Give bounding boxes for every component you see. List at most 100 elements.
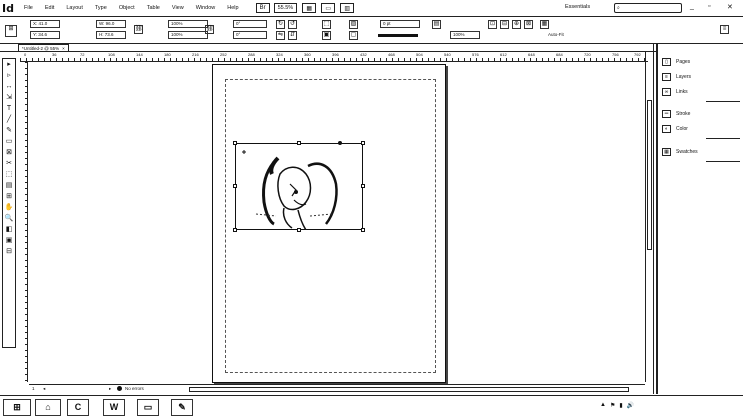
panel-swatches[interactable]: ▦ Swatches xyxy=(662,148,698,156)
menu-table[interactable]: Table xyxy=(147,5,160,11)
center-content-icon[interactable]: ⊕ xyxy=(512,20,521,29)
fit-content-frame-icon[interactable]: ⊡ xyxy=(488,20,497,29)
select-content-icon[interactable]: ▣ xyxy=(322,31,331,40)
line-tool-icon[interactable]: ╱ xyxy=(3,115,15,125)
pen-tool-icon[interactable]: ✎ xyxy=(3,126,15,136)
next-page-icon[interactable]: ▸ xyxy=(109,386,111,392)
search-input[interactable]: ⌕ xyxy=(614,3,682,13)
drop-shadow-icon[interactable]: ▤ xyxy=(432,20,441,29)
horizontal-ruler[interactable]: 0 36 72 108 144 180 216 252 288 324 360 … xyxy=(20,52,648,62)
taskbar-paint-icon[interactable]: ✎ xyxy=(171,399,193,416)
zoom-tool-icon[interactable]: 🔍 xyxy=(3,214,15,224)
page-tool-icon[interactable]: ↔ xyxy=(3,82,15,92)
fill-frame-icon[interactable]: ⊠ xyxy=(524,20,533,29)
opacity-field[interactable]: 100% xyxy=(450,31,480,39)
pasteboard[interactable] xyxy=(29,62,645,384)
text-wrap-icon[interactable]: ▦ xyxy=(540,20,549,29)
page-number-field[interactable]: 1 xyxy=(32,386,35,391)
frame-handle-bottom[interactable] xyxy=(297,228,301,232)
stroke-weight-field[interactable]: 0 pt xyxy=(380,20,420,28)
panel-stroke[interactable]: ═ Stroke xyxy=(662,110,690,118)
flip-horizontal-icon[interactable]: ⇋ xyxy=(276,31,285,40)
reference-point-icon[interactable]: ⊞ xyxy=(5,25,17,37)
action-center-icon[interactable]: ⚑ xyxy=(610,402,615,409)
gap-tool-icon[interactable]: ⇲ xyxy=(3,93,15,103)
workspace-switcher[interactable]: Essentials xyxy=(565,4,590,10)
panel-menu-icon[interactable]: ≡ xyxy=(720,25,729,34)
constrain-proportions-icon[interactable]: ⛓ xyxy=(134,25,143,34)
prev-page-icon[interactable]: ◂ xyxy=(43,386,45,392)
free-transform-tool-icon[interactable]: ⬚ xyxy=(3,170,15,180)
panel-pages[interactable]: ▯ Pages xyxy=(662,58,690,66)
frame-handle-right[interactable] xyxy=(361,184,365,188)
stroke-type-selector[interactable] xyxy=(378,34,418,37)
vertical-scrollbar[interactable] xyxy=(645,52,653,382)
selection-tool-icon[interactable]: ▸ xyxy=(3,60,15,70)
menu-type[interactable]: Type xyxy=(95,5,107,11)
rotation-angle-field[interactable]: 0° xyxy=(233,20,267,28)
auto-fit-checkbox[interactable]: Auto-Fit xyxy=(548,32,564,37)
hand-tool-icon[interactable]: ✋ xyxy=(3,203,15,213)
rectangle-frame-tool-icon[interactable]: ⊠ xyxy=(3,148,15,158)
menu-help[interactable]: Help xyxy=(227,5,238,11)
fill-stroke-icon[interactable]: ◧ xyxy=(3,225,15,235)
frame-corner-options-icon[interactable] xyxy=(338,141,342,145)
menu-edit[interactable]: Edit xyxy=(45,5,54,11)
vertical-ruler[interactable] xyxy=(20,62,28,382)
scissors-tool-icon[interactable]: ✂ xyxy=(3,159,15,169)
frame-handle-br[interactable] xyxy=(361,228,365,232)
restore-button[interactable]: ▫ xyxy=(708,3,710,10)
shear-angle-field[interactable]: 0° xyxy=(233,31,267,39)
horizontal-scrollbar[interactable] xyxy=(189,387,629,392)
fit-frame-content-icon[interactable]: ⊟ xyxy=(500,20,509,29)
minimize-button[interactable]: _ xyxy=(690,3,694,10)
image-frame[interactable] xyxy=(235,143,363,230)
rotate-ccw-icon[interactable]: ↺ xyxy=(288,20,297,29)
view-options-icon[interactable]: ▦ xyxy=(302,3,317,13)
y-position-field[interactable]: Y: 34.6 xyxy=(30,31,60,39)
bridge-button[interactable]: Br xyxy=(255,3,270,13)
gradient-tool-icon[interactable]: ▤ xyxy=(3,181,15,191)
menu-layout[interactable]: Layout xyxy=(66,5,83,11)
frame-handle-tl[interactable] xyxy=(233,141,237,145)
document-tab[interactable]: *Untitled-2 @ 55% × xyxy=(18,44,69,52)
rectangle-tool-icon[interactable]: ▭ xyxy=(3,137,15,147)
x-position-field[interactable]: X: 41.0 xyxy=(30,20,60,28)
taskbar-browser-icon[interactable]: C xyxy=(67,399,89,416)
zoom-level-field[interactable]: 55.5% xyxy=(273,3,298,13)
taskbar-messenger-icon[interactable]: ▭ xyxy=(137,399,159,416)
frame-handle-left[interactable] xyxy=(233,184,237,188)
menu-file[interactable]: File xyxy=(24,5,33,11)
stroke-swatch-icon[interactable]: ▢ xyxy=(349,31,358,40)
note-tool-icon[interactable]: ⊞ xyxy=(3,192,15,202)
scale-y-field[interactable]: 100% xyxy=(168,31,208,39)
frame-handle-tr[interactable] xyxy=(361,141,365,145)
tray-expand-icon[interactable]: ▲ xyxy=(600,402,606,409)
start-button[interactable]: ⊞ xyxy=(3,399,31,416)
constrain-scale-icon[interactable]: ⛓ xyxy=(205,25,214,34)
type-tool-icon[interactable]: T xyxy=(3,104,15,114)
close-button[interactable]: ✕ xyxy=(727,3,733,11)
select-container-icon[interactable]: ⬚ xyxy=(322,20,331,29)
screen-mode-icon[interactable]: ▭ xyxy=(321,3,336,13)
menu-view[interactable]: View xyxy=(172,5,184,11)
width-field[interactable]: W: 96.0 xyxy=(96,20,126,28)
volume-icon[interactable]: 🔊 xyxy=(627,402,634,409)
flip-vertical-icon[interactable]: ⇵ xyxy=(288,31,297,40)
menu-window[interactable]: Window xyxy=(196,5,216,11)
frame-handle-bl[interactable] xyxy=(233,228,237,232)
menu-object[interactable]: Object xyxy=(119,5,135,11)
formatting-icon[interactable]: ▣ xyxy=(3,236,15,246)
panel-layers[interactable]: ≡ Layers xyxy=(662,73,691,81)
document-page[interactable] xyxy=(212,64,446,383)
arrange-documents-icon[interactable]: ▥ xyxy=(340,3,355,13)
taskbar-explorer-icon[interactable]: ⌂ xyxy=(35,399,61,416)
panel-color[interactable]: ◐ Color xyxy=(662,125,688,133)
fill-swatch-icon[interactable]: ▨ xyxy=(349,20,358,29)
frame-handle-top[interactable] xyxy=(297,141,301,145)
vertical-scroll-thumb[interactable] xyxy=(647,100,652,250)
panel-links[interactable]: ∞ Links xyxy=(662,88,688,96)
rotate-cw-icon[interactable]: ↻ xyxy=(276,20,285,29)
screen-mode-tool-icon[interactable]: ⊟ xyxy=(3,247,15,257)
scale-x-field[interactable]: 100% xyxy=(168,20,208,28)
